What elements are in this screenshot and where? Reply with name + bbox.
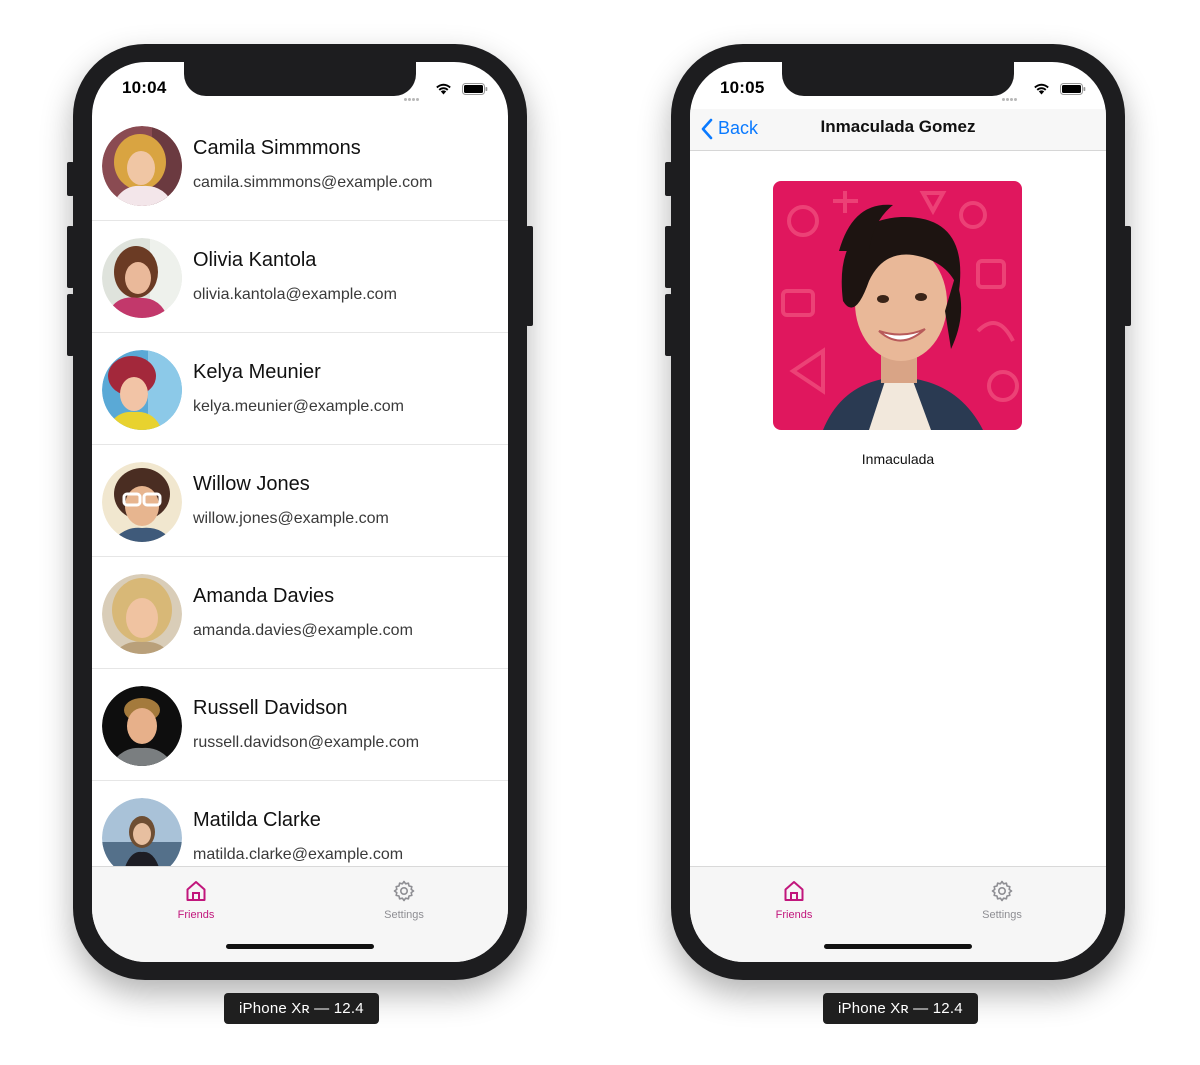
avatar bbox=[102, 350, 182, 430]
volume-up-button bbox=[665, 226, 672, 288]
tab-label: Friends bbox=[177, 909, 215, 921]
avatar bbox=[102, 574, 182, 654]
friend-name: Willow Jones bbox=[193, 473, 310, 495]
friend-name: Matilda Clarke bbox=[193, 809, 321, 831]
friend-name: Olivia Kantola bbox=[193, 249, 317, 271]
battery-icon bbox=[462, 83, 488, 95]
wifi-icon bbox=[436, 83, 451, 95]
power-button bbox=[1124, 226, 1131, 326]
friend-email: camila.simmmons@example.com bbox=[193, 174, 433, 191]
avatar bbox=[102, 462, 182, 542]
status-time: 10:05 bbox=[720, 78, 765, 97]
friend-email: matilda.clarke@example.com bbox=[193, 846, 404, 863]
friend-email: russell.davidson@example.com bbox=[193, 734, 420, 751]
home-indicator bbox=[226, 944, 374, 949]
photo-caption: Inmaculada bbox=[861, 451, 935, 467]
status-time: 10:04 bbox=[122, 78, 167, 97]
volume-up-button bbox=[67, 226, 74, 288]
avatar bbox=[102, 686, 182, 766]
screen: 10:05 Back Inmaculada Gomez Inmaculada F… bbox=[690, 62, 1106, 962]
tab-label: Friends bbox=[775, 909, 813, 921]
screen: 10:04 Camila Simmmons camila.simmmons@ex… bbox=[92, 62, 508, 962]
friend-row[interactable]: Camila Simmmons camila.simmmons@example.… bbox=[92, 109, 508, 221]
friend-name: Amanda Davies bbox=[193, 585, 335, 607]
tab-friends[interactable]: Friends bbox=[136, 879, 256, 921]
battery-icon bbox=[1060, 83, 1086, 95]
navigation-bar: Back Inmaculada Gomez bbox=[690, 109, 1106, 151]
home-icon bbox=[784, 881, 804, 901]
power-button bbox=[526, 226, 533, 326]
friends-list: Camila Simmmons camila.simmmons@example.… bbox=[92, 109, 508, 892]
wifi-icon bbox=[1034, 83, 1049, 95]
friend-name: Camila Simmmons bbox=[193, 137, 361, 159]
tab-friends[interactable]: Friends bbox=[734, 879, 854, 921]
volume-down-button bbox=[665, 294, 672, 356]
friend-email: olivia.kantola@example.com bbox=[193, 286, 397, 303]
phone-frame-right: 10:05 Back Inmaculada Gomez Inmaculada F… bbox=[665, 44, 1131, 980]
tab-label: Settings bbox=[384, 909, 424, 921]
friend-email: kelya.meunier@example.com bbox=[193, 398, 404, 415]
volume-down-button bbox=[67, 294, 74, 356]
notch bbox=[782, 62, 1014, 96]
home-indicator bbox=[824, 944, 972, 949]
friend-row[interactable]: Willow Jones willow.jones@example.com bbox=[92, 445, 508, 557]
device-label: iPhone Xʀ — 12.4 bbox=[823, 993, 978, 1024]
mute-switch bbox=[665, 162, 672, 196]
tab-label: Settings bbox=[982, 909, 1022, 921]
friend-row[interactable]: Olivia Kantola olivia.kantola@example.co… bbox=[92, 221, 508, 333]
phone-frame-left: 10:04 Camila Simmmons camila.simmmons@ex… bbox=[67, 44, 533, 980]
friend-email: amanda.davies@example.com bbox=[193, 622, 413, 639]
home-icon bbox=[186, 881, 206, 901]
avatar bbox=[102, 238, 182, 318]
gear-icon bbox=[393, 880, 415, 902]
avatar bbox=[102, 126, 182, 206]
tab-settings[interactable]: Settings bbox=[344, 879, 464, 921]
tab-settings[interactable]: Settings bbox=[942, 879, 1062, 921]
friend-email: willow.jones@example.com bbox=[193, 510, 389, 527]
friend-row[interactable]: Kelya Meunier kelya.meunier@example.com bbox=[92, 333, 508, 445]
mute-switch bbox=[67, 162, 74, 196]
friend-name: Russell Davidson bbox=[193, 697, 348, 719]
page-title: Inmaculada Gomez bbox=[820, 117, 976, 136]
friend-row[interactable]: Amanda Davies amanda.davies@example.com bbox=[92, 557, 508, 669]
friend-name: Kelya Meunier bbox=[193, 361, 321, 383]
profile-photo bbox=[773, 181, 1022, 430]
gear-icon bbox=[991, 880, 1013, 902]
friend-row[interactable]: Russell Davidson russell.davidson@exampl… bbox=[92, 669, 508, 781]
device-label: iPhone Xʀ — 12.4 bbox=[224, 993, 379, 1024]
notch bbox=[184, 62, 416, 96]
